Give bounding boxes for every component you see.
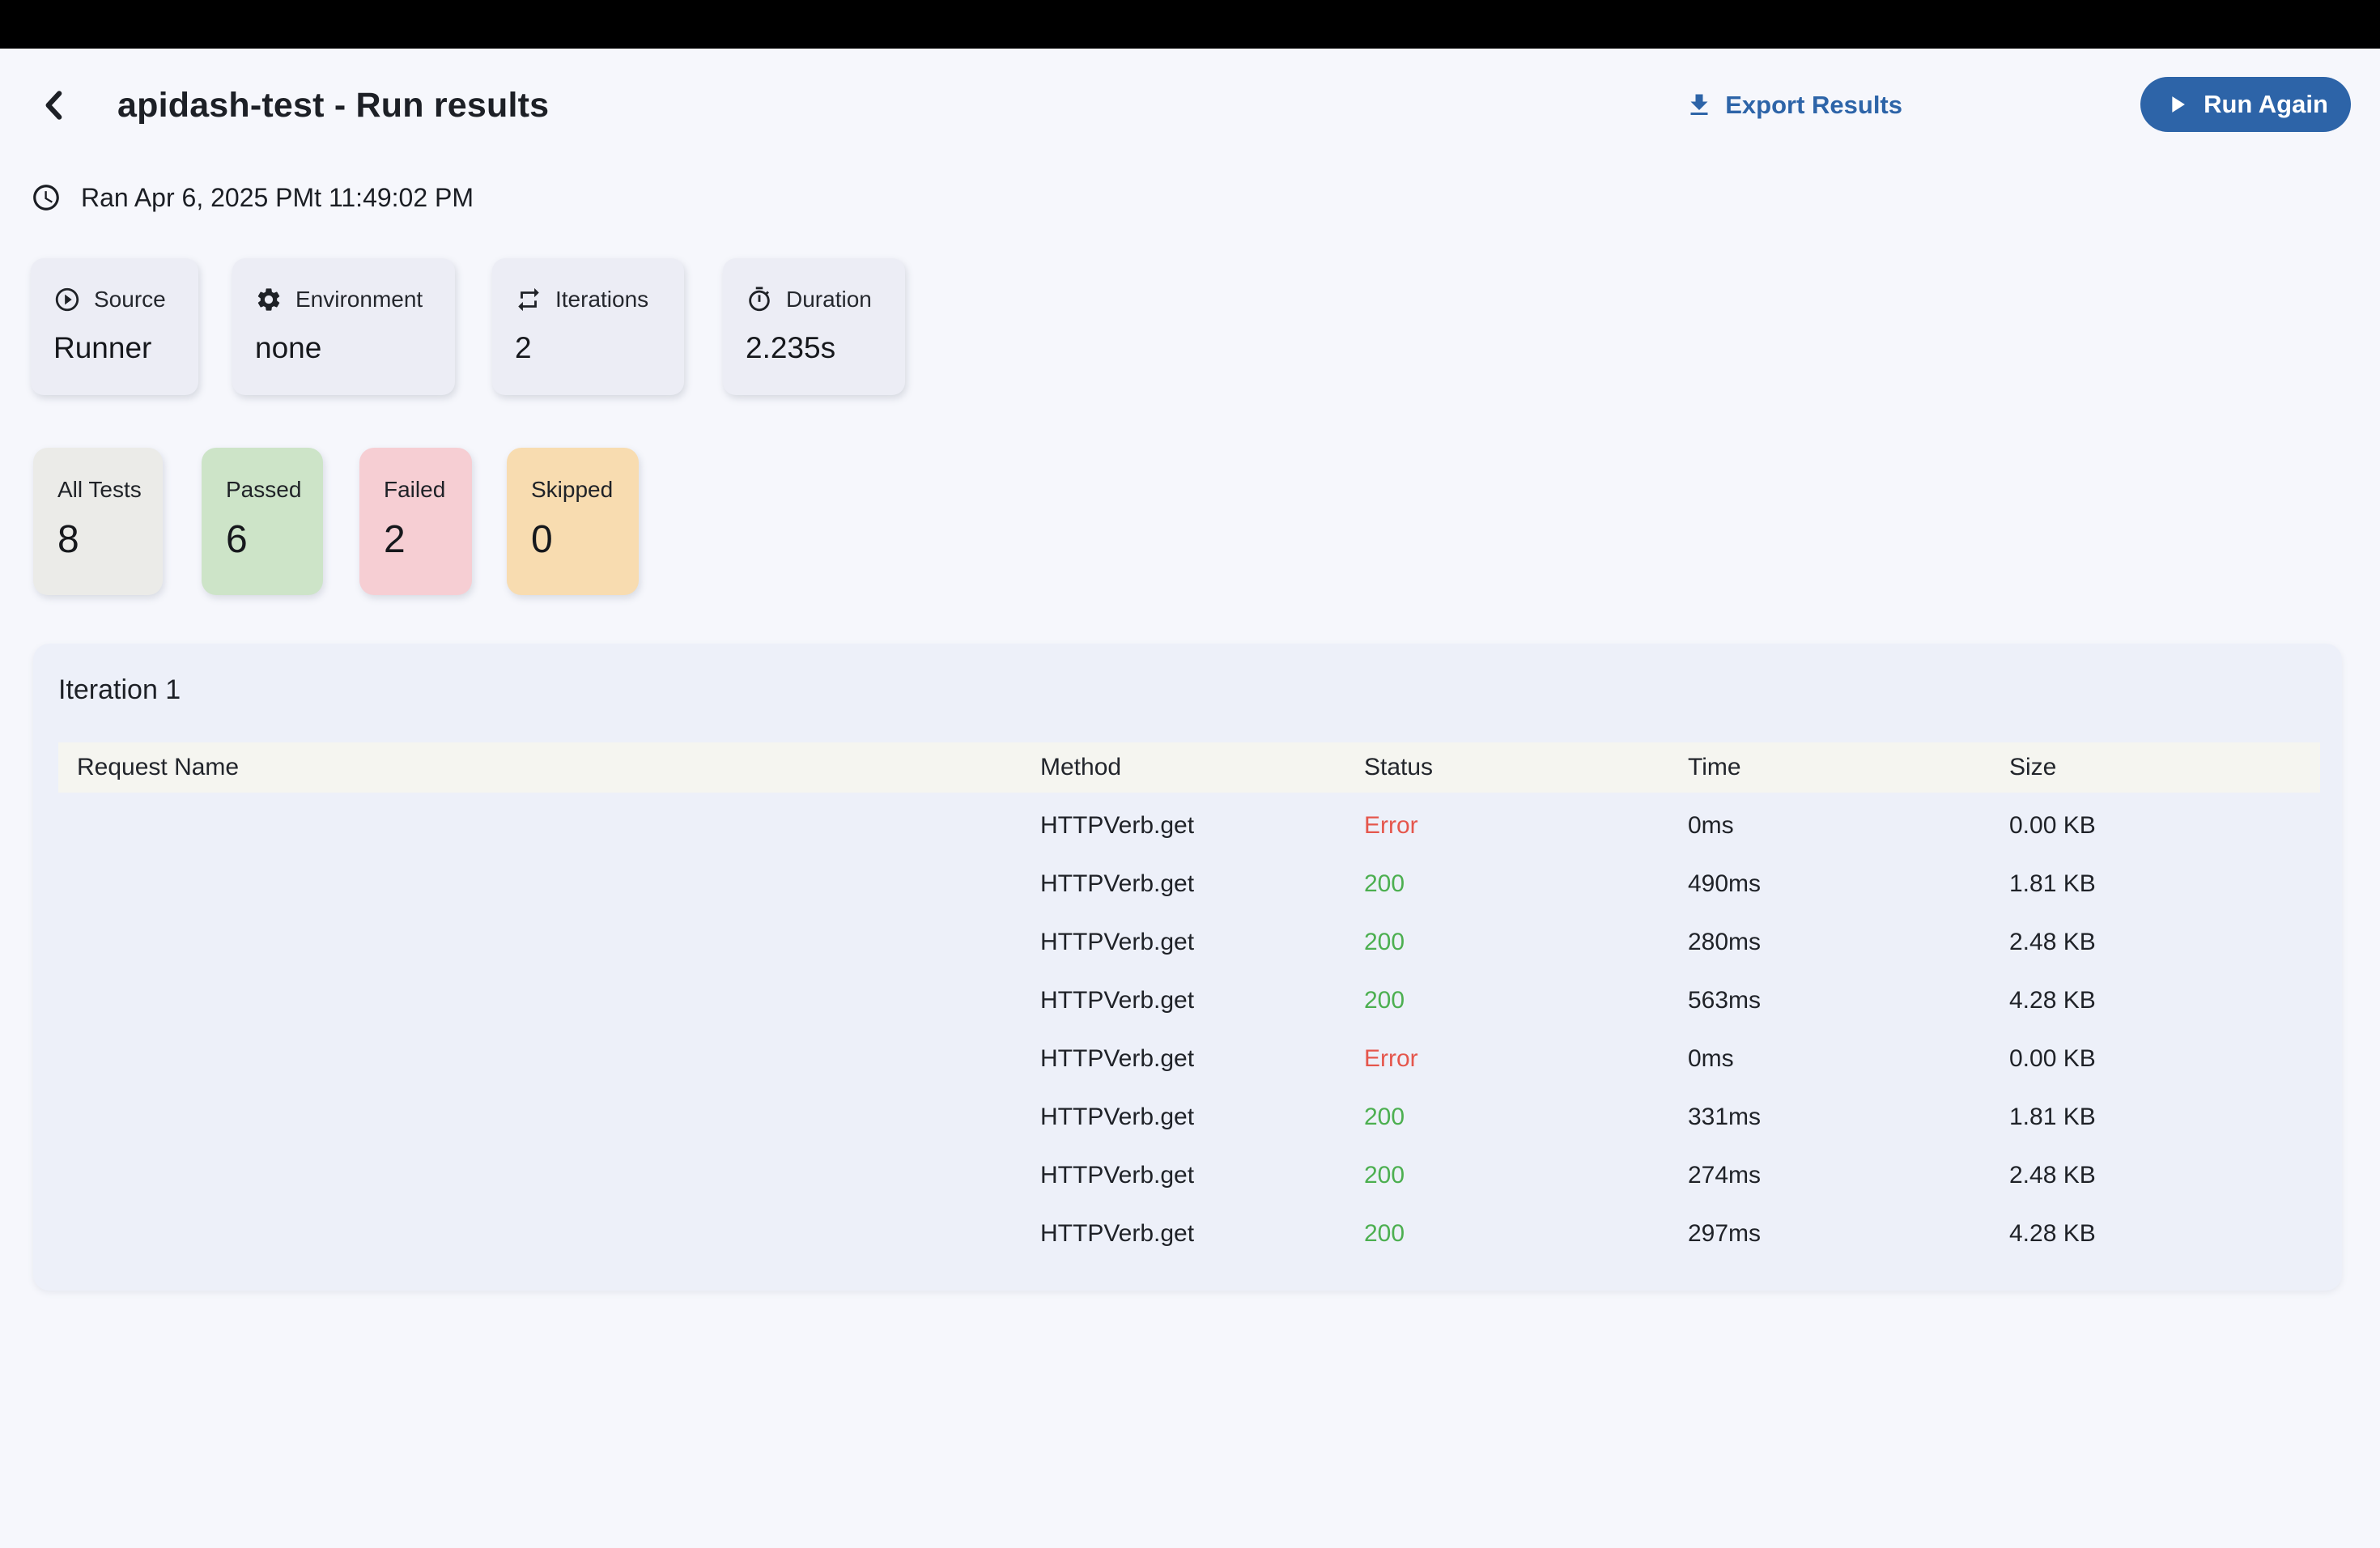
export-results-button[interactable]: Export Results (1685, 81, 1902, 130)
cell-method: HTTPVerb.get (1040, 1045, 1364, 1073)
run-timestamp: Ran Apr 6, 2025 PMt 11:49:02 PM (31, 180, 474, 215)
stat-card-label: Failed (384, 477, 472, 503)
cell-time: 331ms (1688, 1104, 2009, 1131)
cell-size: 4.28 KB (2009, 1220, 2320, 1248)
stat-card-label: Passed (226, 477, 323, 503)
stat-card-value: 8 (57, 517, 163, 562)
cell-method: HTTPVerb.get (1040, 1220, 1364, 1248)
run-again-label: Run Again (2204, 90, 2328, 119)
table-row: HTTPVerb.get 200 274ms 2.48 KB (58, 1146, 2320, 1205)
page-title: apidash-test - Run results (117, 83, 549, 128)
cell-method: HTTPVerb.get (1040, 987, 1364, 1014)
table-row: HTTPVerb.get 200 297ms 4.28 KB (58, 1205, 2320, 1263)
info-card-source: Source Runner (31, 258, 198, 395)
stat-card-passed: Passed 6 (202, 448, 323, 595)
table-row: HTTPVerb.get Error 0ms 0.00 KB (58, 1030, 2320, 1088)
stat-card-label: Skipped (531, 477, 639, 503)
cell-time: 0ms (1688, 1045, 2009, 1073)
table-row: HTTPVerb.get 200 490ms 1.81 KB (58, 855, 2320, 913)
cell-size: 2.48 KB (2009, 929, 2320, 956)
stat-card-label: All Tests (57, 477, 163, 503)
info-card-label: Environment (295, 287, 423, 313)
info-card-value: none (255, 331, 432, 365)
cell-size: 0.00 KB (2009, 812, 2320, 840)
cell-size: 4.28 KB (2009, 987, 2320, 1014)
cell-method: HTTPVerb.get (1040, 929, 1364, 956)
cell-status: 200 (1364, 870, 1688, 898)
gear-icon (255, 286, 283, 313)
cell-size: 1.81 KB (2009, 870, 2320, 898)
export-results-label: Export Results (1725, 91, 1902, 120)
repeat-icon (515, 286, 542, 313)
iteration-results-card: Iteration 1 Request Name Method Status T… (33, 644, 2342, 1291)
cell-time: 0ms (1688, 812, 2009, 840)
info-card-label: Iterations (555, 287, 648, 313)
info-card-value: 2 (515, 331, 661, 365)
stat-card-value: 6 (226, 517, 323, 562)
download-icon (1685, 91, 1714, 120)
column-header-request-name: Request Name (58, 754, 1040, 781)
cell-size: 1.81 KB (2009, 1104, 2320, 1131)
cell-time: 490ms (1688, 870, 2009, 898)
table-row: HTTPVerb.get 200 280ms 2.48 KB (58, 913, 2320, 972)
run-timestamp-label: Ran Apr 6, 2025 PMt 11:49:02 PM (81, 183, 474, 213)
play-icon (2163, 91, 2191, 118)
cell-time: 297ms (1688, 1220, 2009, 1248)
stat-card-value: 0 (531, 517, 639, 562)
table-header-row: Request Name Method Status Time Size (58, 742, 2320, 793)
column-header-time: Time (1688, 754, 2009, 781)
timer-icon (746, 286, 773, 313)
info-card-value: 2.235s (746, 331, 882, 365)
info-card-environment: Environment none (232, 258, 455, 395)
window-titlebar (0, 0, 2380, 49)
play-circle-icon (53, 286, 81, 313)
cell-time: 274ms (1688, 1162, 2009, 1189)
cell-status: 200 (1364, 987, 1688, 1014)
column-header-status: Status (1364, 754, 1688, 781)
clock-icon (31, 182, 62, 213)
cell-status: Error (1364, 1045, 1688, 1073)
info-card-label: Source (94, 287, 166, 313)
cell-status: 200 (1364, 1220, 1688, 1248)
table-row: HTTPVerb.get Error 0ms 0.00 KB (58, 797, 2320, 855)
back-button[interactable] (32, 83, 78, 128)
info-card-value: Runner (53, 331, 176, 365)
cell-time: 563ms (1688, 987, 2009, 1014)
info-card-duration: Duration 2.235s (723, 258, 905, 395)
column-header-method: Method (1040, 754, 1364, 781)
run-again-button[interactable]: Run Again (2140, 77, 2351, 132)
table-row: HTTPVerb.get 200 563ms 4.28 KB (58, 972, 2320, 1030)
iteration-title: Iteration 1 (58, 674, 181, 706)
cell-method: HTTPVerb.get (1040, 870, 1364, 898)
column-header-size: Size (2009, 754, 2320, 781)
table-row: HTTPVerb.get 200 331ms 1.81 KB (58, 1088, 2320, 1146)
stat-card-skipped: Skipped 0 (507, 448, 639, 595)
cell-time: 280ms (1688, 929, 2009, 956)
cell-status: Error (1364, 812, 1688, 840)
cell-method: HTTPVerb.get (1040, 1162, 1364, 1189)
cell-size: 2.48 KB (2009, 1162, 2320, 1189)
cell-size: 0.00 KB (2009, 1045, 2320, 1073)
chevron-left-icon (35, 85, 75, 125)
cell-method: HTTPVerb.get (1040, 812, 1364, 840)
cell-status: 200 (1364, 1104, 1688, 1131)
cell-method: HTTPVerb.get (1040, 1104, 1364, 1131)
stat-card-failed: Failed 2 (359, 448, 472, 595)
info-card-iterations: Iterations 2 (492, 258, 684, 395)
cell-status: 200 (1364, 929, 1688, 956)
stat-card-all-tests: All Tests 8 (33, 448, 163, 595)
stat-card-value: 2 (384, 517, 472, 562)
table-body: HTTPVerb.get Error 0ms 0.00 KB HTTPVerb.… (58, 797, 2320, 1263)
info-card-label: Duration (786, 287, 872, 313)
cell-status: 200 (1364, 1162, 1688, 1189)
